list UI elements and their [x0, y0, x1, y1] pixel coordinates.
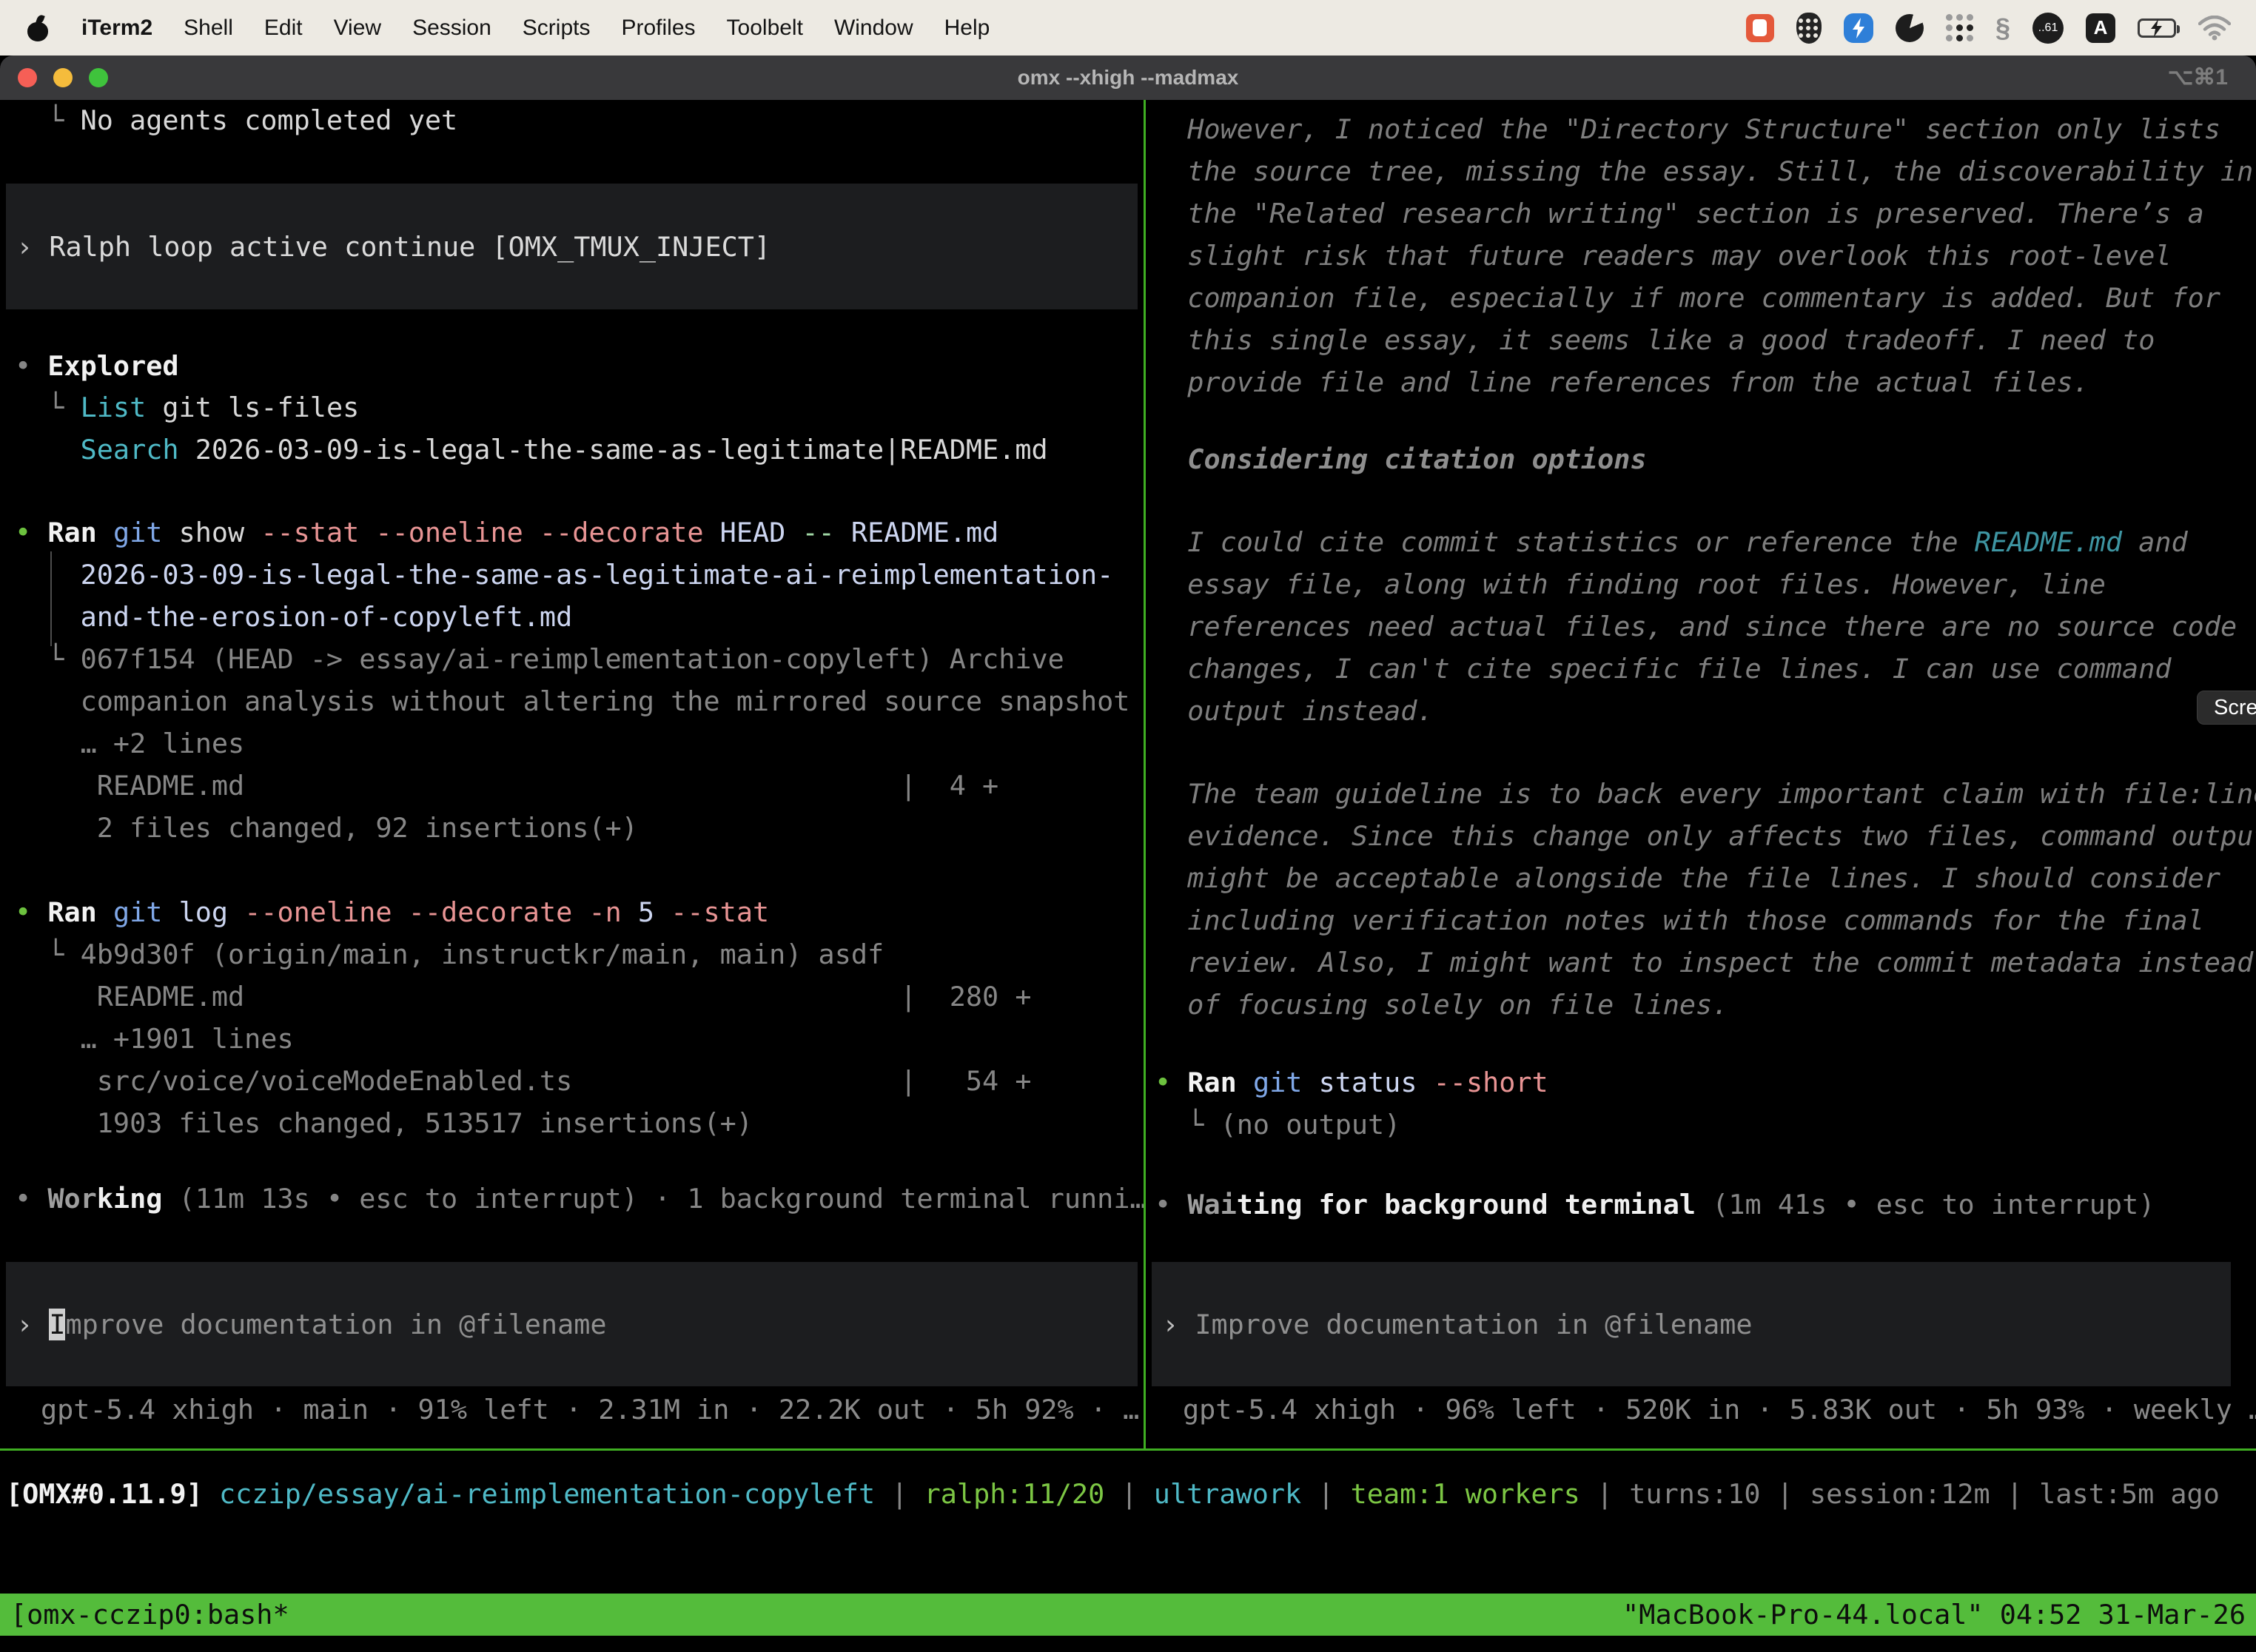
terminal-line: review. Also, I might want to inspect th…: [1155, 946, 2253, 980]
terminal-line: └ 067f154 (HEAD -> essay/ai-reimplementa…: [15, 642, 1064, 676]
horizontal-pane-border: [0, 1448, 2256, 1451]
terminal-line: the source tree, missing the essay. Stil…: [1155, 155, 2253, 189]
screen: iTerm2 Shell Edit View Session Scripts P…: [0, 0, 2256, 1652]
terminal-line: evidence. Since this change only affects…: [1155, 819, 2256, 853]
terminal-line: I could cite commit statistics or refere…: [1155, 526, 2188, 560]
terminal-line: companion file, especially if more comme…: [1155, 281, 2220, 315]
menu-item-window[interactable]: Window: [834, 16, 913, 41]
terminal-line: might be acceptable alongside the file l…: [1155, 862, 2220, 896]
terminal-line: • Ran git log --oneline --decorate -n 5 …: [15, 896, 769, 930]
terminal-line: Search 2026-03-09-is-legal-the-same-as-l…: [15, 433, 1048, 467]
screen-sharing-overlay[interactable]: Scre: [2197, 691, 2256, 725]
menu-item-profiles[interactable]: Profiles: [621, 16, 695, 41]
right-model-status-line: gpt-5.4 xhigh · 96% left · 520K in · 5.8…: [1183, 1394, 2256, 1426]
prompt-chevron: ›: [16, 231, 49, 263]
terminal-line: src/voice/voiceModeEnabled.ts | 54 +: [15, 1064, 1032, 1098]
terminal-line: README.md | 280 +: [15, 980, 1032, 1014]
terminal-line: • Explored: [15, 349, 179, 383]
menu-item-iterm2[interactable]: iTerm2: [81, 16, 152, 41]
terminal-line: changes, I can't cite specific file line…: [1155, 652, 2172, 686]
input-placeholder-text: mprove documentation in @filename: [65, 1309, 606, 1340]
terminal-line: • Working (11m 13s • esc to interrupt) ·…: [15, 1182, 1144, 1216]
window-shortcut-badge: ⌥⌘1: [2168, 56, 2228, 100]
battery-icon[interactable]: [2138, 19, 2176, 38]
terminal-line: output instead.: [1155, 694, 1434, 728]
apple-menu-icon[interactable]: [25, 13, 50, 43]
terminal-line: slight risk that future readers may over…: [1155, 239, 2172, 273]
terminal-line: • Ran git show --stat --oneline --decora…: [15, 516, 998, 550]
terminal-line: the "Related research writing" section i…: [1155, 197, 2204, 231]
chat-app-icon[interactable]: [1746, 14, 1774, 42]
menu-item-scripts[interactable]: Scripts: [523, 16, 591, 41]
right-pane[interactable]: › Improve documentation in @filename gpt…: [1147, 100, 2256, 1451]
terminal-line: … +2 lines: [15, 727, 244, 761]
left-input-box[interactable]: › Improve documentation in @filename: [6, 1262, 1138, 1386]
window-title: omx --xhigh --madmax: [0, 56, 2256, 100]
terminal-line: of focusing solely on file lines.: [1155, 988, 1728, 1022]
terminal-line: 1903 files changed, 513517 insertions(+): [15, 1107, 753, 1141]
window-titlebar[interactable]: omx --xhigh --madmax ⌥⌘1: [0, 56, 2256, 100]
ralph-message-text: Ralph loop active continue [OMX_TMUX_INJ…: [49, 231, 771, 263]
apple-body: [27, 22, 48, 41]
menu-item-toolbelt[interactable]: Toolbelt: [727, 16, 803, 41]
chat-bubble: [1753, 19, 1767, 36]
terminal-line: including verification notes with those …: [1155, 904, 2204, 938]
tmux-status-bar: [omx-cczip0:bash* "MacBook-Pro-44.local"…: [0, 1594, 2256, 1636]
prompt-chevron: ›: [1162, 1309, 1195, 1340]
macos-menu-bar: iTerm2 Shell Edit View Session Scripts P…: [0, 0, 2256, 56]
terminal-line: • Waiting for background terminal (1m 41…: [1155, 1188, 2155, 1222]
tmux-session-label: [omx-cczip0:bash*: [10, 1599, 289, 1631]
terminal-line: this single essay, it seems like a good …: [1155, 323, 2155, 357]
terminal-line: └ (no output): [1155, 1108, 1400, 1142]
terminal-line: … +1901 lines: [15, 1022, 294, 1056]
terminal-line: references need actual files, and since …: [1155, 610, 2237, 644]
tmux-host-clock-label: "MacBook-Pro-44.local" 04:52 31-Mar-26: [1622, 1599, 2246, 1631]
menu-item-shell[interactable]: Shell: [184, 16, 233, 41]
terminal-line: 2 files changed, 92 insertions(+): [15, 811, 638, 845]
right-input-box[interactable]: › Improve documentation in @filename: [1152, 1262, 2231, 1386]
dots-grid-icon[interactable]: [1946, 14, 1973, 41]
terminal-line: └ List git ls-files: [15, 391, 359, 425]
terminal-line: • Ran git status --short: [1155, 1066, 1548, 1100]
pane-divider[interactable]: [1144, 100, 1146, 1451]
text-cursor: I: [49, 1309, 65, 1340]
menu-item-edit[interactable]: Edit: [264, 16, 303, 41]
left-pane[interactable]: › Ralph loop active continue [OMX_TMUX_I…: [0, 100, 1144, 1451]
terminal-line: README.md | 4 +: [15, 769, 998, 803]
crescent-app-icon[interactable]: [1896, 14, 1924, 42]
terminal-line: The team guideline is to back every impo…: [1155, 777, 2256, 811]
menu-item-view[interactable]: View: [334, 16, 381, 41]
input-placeholder-text: Improve documentation in @filename: [1195, 1309, 1752, 1340]
terminal-line: However, I noticed the "Directory Struct…: [1155, 113, 2220, 147]
menu-item-session[interactable]: Session: [412, 16, 491, 41]
terminal-line: 2026-03-09-is-legal-the-same-as-legitima…: [15, 558, 1113, 592]
terminal-line: and-the-erosion-of-copyleft.md: [15, 600, 572, 634]
battery-percent-badge[interactable]: ..61: [2032, 13, 2064, 44]
omx-status-line: [OMX#0.11.9] cczip/essay/ai-reimplementa…: [6, 1478, 2220, 1510]
wifi-icon[interactable]: [2198, 16, 2231, 41]
left-model-status-line: gpt-5.4 xhigh · main · 91% left · 2.31M …: [41, 1394, 1139, 1426]
terminal-line: └ 4b9d30f (origin/main, instructkr/main,…: [15, 938, 884, 972]
prompt-chevron: ›: [16, 1309, 49, 1340]
menu-item-help[interactable]: Help: [944, 16, 990, 41]
terminal-line: companion analysis without altering the …: [15, 685, 1129, 719]
ralph-message-box: › Ralph loop active continue [OMX_TMUX_I…: [6, 184, 1138, 309]
terminal-content: › Ralph loop active continue [OMX_TMUX_I…: [0, 100, 2256, 1652]
terminal-line: provide file and line references from th…: [1155, 366, 2089, 400]
shield-grid-icon[interactable]: [1796, 13, 1822, 44]
terminal-line: essay file, along with finding root file…: [1155, 568, 2106, 602]
menu-status-icons: § ..61 A: [1746, 13, 2231, 44]
terminal-line: Considering citation options: [1155, 443, 1647, 477]
terminal-line: └ No agents completed yet: [15, 104, 457, 138]
iterm2-window: omx --xhigh --madmax ⌥⌘1 › Ralph loop ac…: [0, 56, 2256, 1652]
a-app-icon[interactable]: A: [2086, 13, 2115, 43]
lightning-app-icon[interactable]: [1844, 13, 1873, 43]
squiggle-status-icon[interactable]: §: [1995, 13, 2010, 44]
